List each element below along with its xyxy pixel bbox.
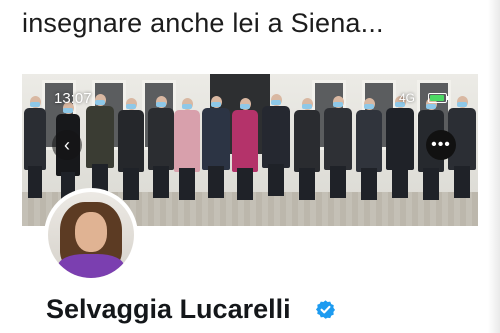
person <box>386 96 414 208</box>
person <box>262 94 290 208</box>
person <box>148 96 174 208</box>
person <box>24 96 46 206</box>
battery-icon <box>428 93 449 103</box>
person <box>294 98 320 208</box>
caption: insegnare anche lei a Siena... <box>22 8 384 38</box>
avatar-photo <box>48 192 134 278</box>
page-edge <box>488 0 500 333</box>
verified-badge-icon <box>315 300 336 319</box>
profile-handle-cropped <box>46 326 246 333</box>
chevron-left-icon[interactable]: ‹ <box>52 130 82 160</box>
person <box>202 96 230 208</box>
more-horizontal-icon[interactable]: ••• <box>426 130 456 160</box>
status-bar-network: 4G <box>399 91 416 105</box>
person <box>174 98 200 208</box>
person <box>118 98 144 208</box>
profile-display-name: Selvaggia Lucarelli <box>46 294 291 324</box>
person <box>232 98 258 208</box>
person <box>356 98 382 208</box>
person <box>324 96 352 208</box>
status-bar-time: 13:07 <box>54 90 92 107</box>
embedded-profile-screenshot: 13:07 4G ‹ ••• Selvaggia Lucarelli <box>22 74 478 333</box>
profile-avatar[interactable] <box>44 188 138 282</box>
